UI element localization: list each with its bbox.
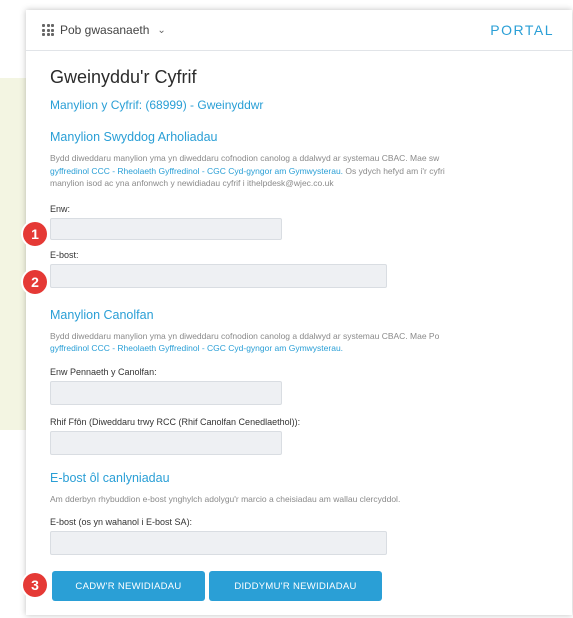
qualifications-links[interactable]: gyffredinol CCC - Rheolaeth Gyffredinol … — [50, 166, 343, 176]
results-email-label: E-bost (os yn wahanol i E-bost SA): — [50, 517, 193, 527]
officer-description-line-2-rest: Os ydych hefyd am i'r cyfri — [343, 165, 445, 176]
officer-section-heading: Manylion Swyddog Arholiadau — [50, 130, 218, 144]
centre-qualifications-links[interactable]: gyffredinol CCC - Rheolaeth Gyffredinol … — [50, 343, 343, 353]
email-input[interactable] — [50, 263, 387, 288]
step-badge-3: 3 — [23, 573, 47, 597]
save-changes-button[interactable]: CADW'R NEWIDIADAU — [52, 571, 205, 601]
services-menu[interactable]: Pob gwasanaeth ⌄ — [42, 23, 166, 37]
apps-grid-icon — [42, 24, 54, 36]
cancel-changes-button[interactable]: DIDDYMU'R NEWIDIADAU — [209, 571, 382, 601]
head-of-centre-input[interactable] — [50, 380, 282, 405]
officer-description-line-1: Bydd diweddaru manylion yma yn diweddaru… — [50, 153, 440, 163]
officer-description-line-3: manylion isod ac yna anfonwch y newidiad… — [50, 178, 334, 188]
phone-label: Rhif Ffôn (Diweddaru trwy RCC (Rhif Cano… — [50, 416, 301, 427]
chevron-down-icon: ⌄ — [157, 24, 166, 36]
top-bar: Pob gwasanaeth ⌄ PORTAL — [26, 10, 572, 51]
portal-link[interactable]: PORTAL — [490, 22, 554, 38]
results-email-heading: E-bost ôl canlyniadau — [50, 470, 170, 485]
officer-description-line-2: gyffredinol CCC - Rheolaeth Gyffredinol … — [50, 165, 572, 178]
page-title: Gweinyddu'r Cyfrif — [50, 67, 197, 87]
centre-description-line-2: gyffredinol CCC - Rheolaeth Gyffredinol … — [50, 342, 572, 355]
centre-section-heading: Manylion Canolfan — [50, 307, 154, 322]
main-content: Gweinyddu'r Cyfrif Manylion y Cyfrif: (6… — [26, 67, 572, 555]
head-of-centre-label: Enw Pennaeth y Canolfan: — [50, 366, 157, 377]
account-details-heading: Manylion y Cyfrif: (68999) - Gweinyddwr — [50, 98, 264, 112]
step-badge-1: 1 — [23, 222, 47, 246]
email-label: E-bost: — [50, 249, 79, 260]
phone-input — [50, 430, 282, 455]
results-email-description: Am dderbyn rhybuddion e-bost ynghylch ad… — [50, 493, 401, 504]
centre-description-line-1: Bydd diweddaru manylion yma yn diweddaru… — [50, 330, 440, 341]
name-input[interactable] — [50, 217, 282, 240]
name-label: Enw: — [50, 203, 71, 214]
step-badge-2: 2 — [23, 270, 47, 294]
services-label: Pob gwasanaeth — [60, 23, 150, 37]
account-panel: Pob gwasanaeth ⌄ PORTAL Gweinyddu'r Cyfr… — [26, 10, 572, 615]
results-email-input[interactable] — [50, 531, 387, 555]
